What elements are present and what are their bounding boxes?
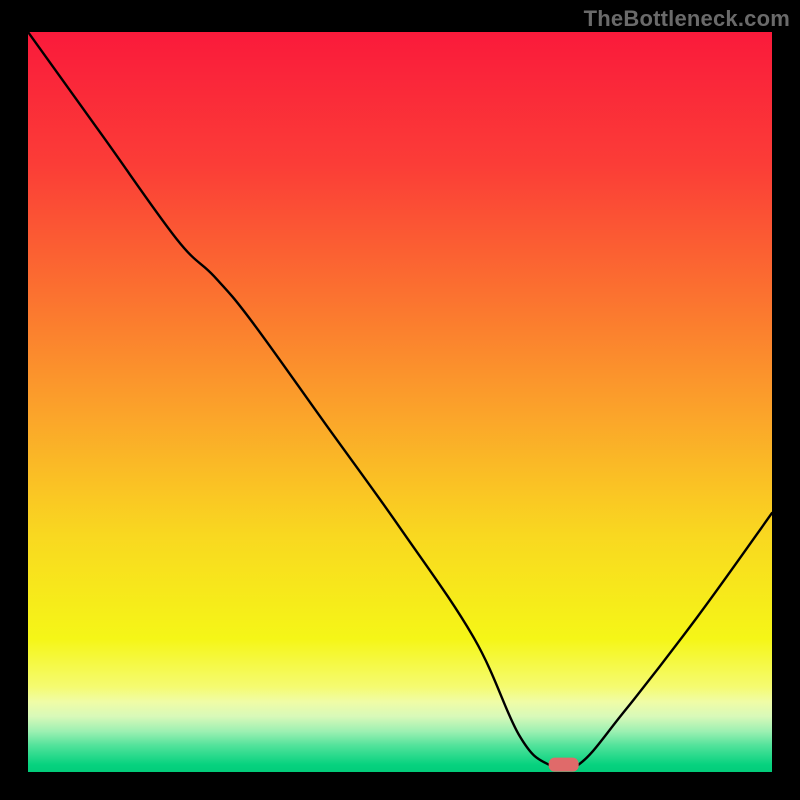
optimal-marker: [549, 758, 579, 772]
chart-frame: TheBottleneck.com: [0, 0, 800, 800]
chart-svg: [28, 32, 772, 772]
watermark-text: TheBottleneck.com: [584, 6, 790, 32]
chart-plot-area: [28, 32, 772, 772]
gradient-background: [28, 32, 772, 772]
